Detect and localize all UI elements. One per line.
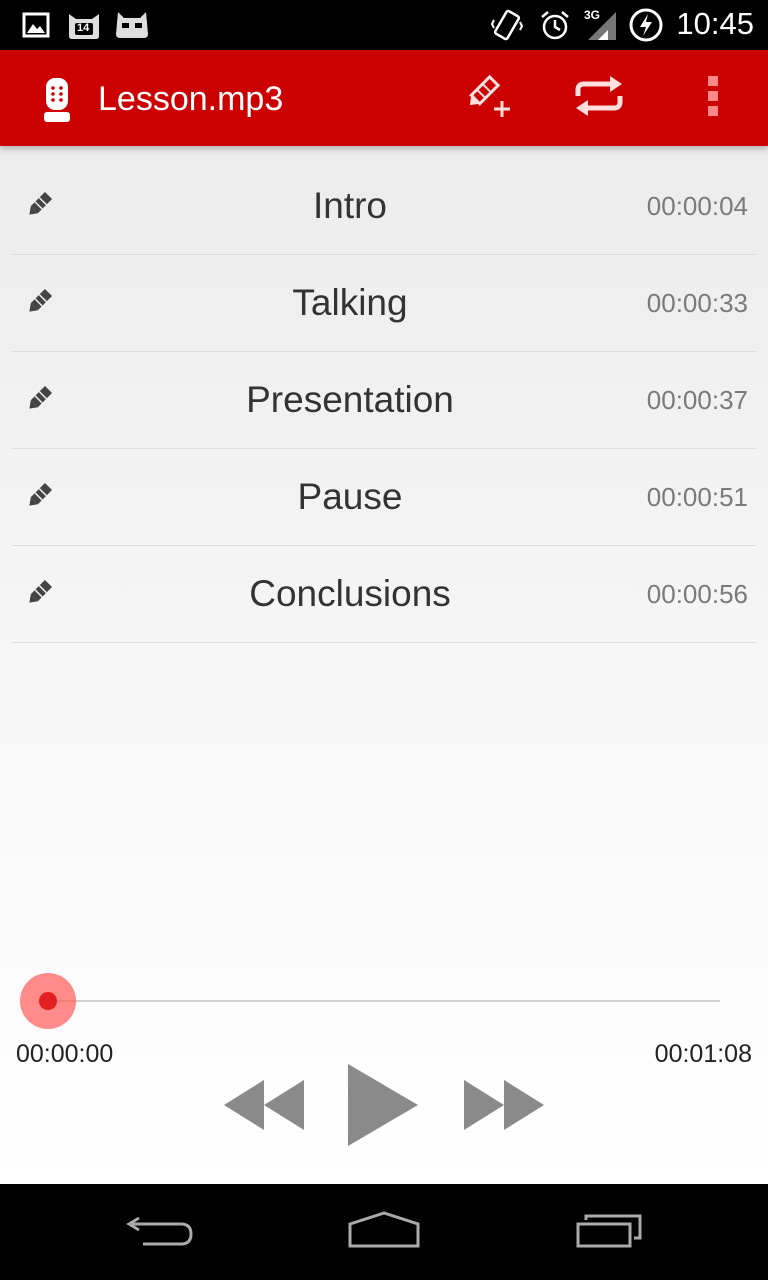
play-button[interactable] [334, 1052, 430, 1162]
add-marker-icon [464, 71, 514, 126]
list-item[interactable]: Conclusions 00:00:56 [12, 546, 756, 643]
battery-charging-icon [628, 8, 664, 42]
edit-marker-button[interactable] [12, 449, 68, 545]
total-time: 00:01:08 [654, 1040, 752, 1068]
app-bar: Lesson.mp3 [0, 50, 768, 146]
pencil-icon [24, 285, 56, 322]
home-button[interactable] [314, 1184, 454, 1280]
notification-badge: 14 [77, 22, 90, 34]
seek-bar-thumb[interactable] [20, 973, 76, 1029]
current-time: 00:00:00 [16, 1040, 114, 1068]
repeat-button[interactable] [554, 50, 644, 146]
edit-marker-button[interactable] [12, 158, 68, 254]
fast-forward-icon [462, 1078, 546, 1137]
rewind-button[interactable] [216, 1064, 312, 1150]
recents-icon [574, 1210, 646, 1255]
back-icon [125, 1210, 195, 1255]
signal-icon: 3G [584, 8, 620, 42]
marker-time: 00:00:51 [646, 482, 748, 512]
marker-time: 00:00:56 [646, 579, 748, 609]
pencil-icon [24, 382, 56, 419]
image-notification-icon [22, 8, 50, 42]
marker-name: Talking [292, 282, 408, 323]
marker-time: 00:00:37 [646, 385, 748, 415]
recents-button[interactable] [540, 1184, 680, 1280]
add-marker-button[interactable] [444, 50, 534, 146]
pencil-icon [24, 576, 56, 613]
cyanogen-icon [112, 8, 152, 42]
play-icon [344, 1062, 420, 1153]
repeat-icon [572, 74, 626, 123]
marker-list: Intro 00:00:04 Talking 00:00:33 Presenta… [12, 158, 756, 643]
overflow-menu-button[interactable] [668, 50, 758, 146]
pencil-icon [24, 479, 56, 516]
rewind-icon [222, 1078, 306, 1137]
cat-notification-icon: 14 [66, 8, 102, 42]
edit-marker-button[interactable] [12, 255, 68, 351]
edit-marker-button[interactable] [12, 546, 68, 642]
clock: 10:45 [676, 6, 754, 41]
fast-forward-button[interactable] [456, 1064, 552, 1150]
file-title: Lesson.mp3 [98, 80, 284, 118]
list-item[interactable]: Presentation 00:00:37 [12, 352, 756, 449]
marker-time: 00:00:33 [646, 288, 748, 318]
status-bar: 14 3G 10:45 [0, 0, 768, 50]
marker-name: Presentation [246, 379, 454, 420]
vibrate-icon [490, 8, 524, 42]
marker-name: Intro [312, 185, 388, 226]
home-icon [346, 1210, 422, 1255]
marker-panel: Intro 00:00:04 Talking 00:00:33 Presenta… [0, 146, 768, 1184]
navigation-bar [0, 1184, 768, 1280]
recorder-icon [40, 76, 74, 129]
list-item[interactable]: Intro 00:00:04 [12, 158, 756, 255]
seek-bar-thumb-dot [39, 992, 57, 1010]
marker-time: 00:00:04 [646, 191, 748, 221]
back-button[interactable] [90, 1184, 230, 1280]
alarm-icon [538, 8, 572, 42]
list-item[interactable]: Pause 00:00:51 [12, 449, 756, 546]
list-item[interactable]: Talking 00:00:33 [12, 255, 756, 352]
network-type: 3G [584, 8, 601, 22]
overflow-menu-icon [706, 75, 720, 122]
marker-name: Pause [297, 476, 403, 517]
pencil-icon [24, 188, 56, 225]
marker-name: Conclusions [249, 573, 451, 614]
seek-bar-track[interactable] [48, 1000, 720, 1002]
edit-marker-button[interactable] [12, 352, 68, 448]
